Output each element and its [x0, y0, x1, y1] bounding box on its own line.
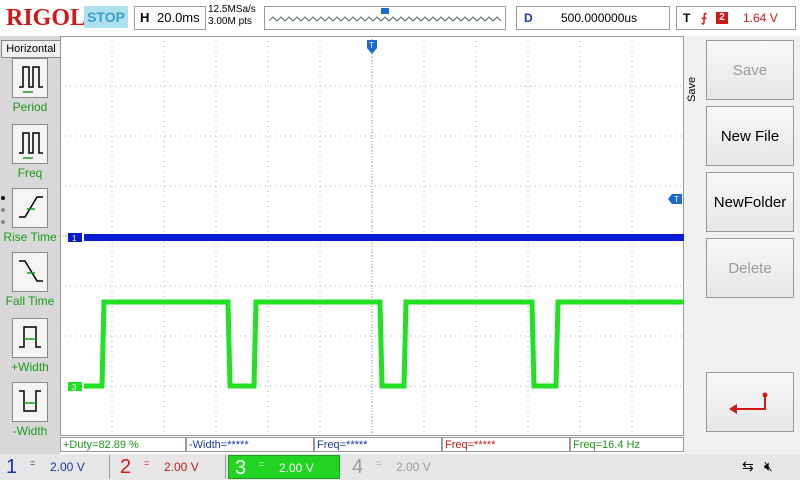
measure-rise-time-button[interactable]: Rise Time	[0, 188, 60, 250]
rigol-logo: RIGOL	[6, 5, 87, 31]
sample-rate: 12.5MSa/s	[208, 4, 256, 15]
waveform-grid: 1 3 T T	[60, 36, 684, 436]
channel-2-status[interactable]: 2 = 2.00 V	[114, 455, 226, 479]
trigger-box[interactable]: T ⨍ 2 1.64 V	[676, 6, 796, 30]
delay-value: 500.000000us	[561, 11, 638, 25]
return-arrow-icon	[729, 392, 768, 414]
delay-key: D	[524, 11, 533, 25]
measure-result-neg-width: -Width=*****	[186, 437, 314, 452]
channel-2-scale: 2.00 V	[164, 460, 199, 474]
acquisition-info: 12.5MSa/s 3.00M pts	[208, 4, 256, 28]
measure-period-button[interactable]: Period	[0, 58, 60, 120]
fall-time-icon	[12, 252, 48, 292]
back-button[interactable]	[706, 372, 794, 432]
trigger-position-label: T	[369, 41, 374, 50]
memory-waveform-icon	[268, 8, 502, 22]
delay-box[interactable]: D 500.000000us	[516, 6, 670, 30]
timebase-key: H	[140, 10, 150, 25]
dc-coupling-icon: =	[144, 458, 150, 468]
channel-3-scale: 2.00 V	[279, 461, 314, 475]
trigger-level-label: T	[674, 195, 679, 204]
channel-1-scale: 2.00 V	[50, 460, 85, 474]
period-label: Period	[12, 100, 48, 114]
measure-pos-width-button[interactable]: +Width	[0, 318, 60, 380]
trigger-level: 1.64 V	[743, 11, 778, 25]
measure-result-freq-ch1: Freq=*****	[314, 437, 442, 452]
measure-result-duty: +Duty=82.89 %	[60, 437, 186, 452]
negative-width-icon	[12, 382, 48, 422]
positive-width-icon	[12, 318, 48, 358]
memory-overview-strip[interactable]	[264, 6, 506, 30]
run-state-badge[interactable]: STOP	[84, 6, 128, 28]
frequency-icon	[12, 124, 48, 164]
rising-edge-icon: ⨍	[701, 11, 708, 25]
new-folder-button[interactable]: NewFolder	[706, 172, 794, 232]
dc-coupling-icon: =	[376, 458, 382, 468]
rise-time-label: Rise Time	[3, 230, 57, 244]
channel-1-marker-label: 1	[72, 234, 77, 243]
save-button[interactable]: Save	[706, 40, 794, 100]
measure-result-freq-ch2: Freq=*****	[442, 437, 570, 452]
period-icon	[12, 58, 48, 98]
timebase-box[interactable]: H 20.0ms	[134, 6, 206, 30]
new-file-button[interactable]: New File	[706, 106, 794, 166]
channel-4-scale: 2.00 V	[396, 460, 431, 474]
usb-icon: ⇆	[742, 458, 754, 474]
channel-3-status[interactable]: 3 = 2.00 V	[228, 455, 340, 479]
channel-3-marker-label: 3	[72, 383, 77, 392]
channel-4-number: 4	[352, 456, 364, 478]
pos-width-label: +Width	[11, 360, 49, 374]
channel-1-status[interactable]: 1 = 2.00 V	[0, 455, 110, 479]
speaker-mute-icon[interactable]: 🔇︎	[764, 458, 773, 475]
save-menu-title: Save	[686, 76, 698, 102]
timebase-value: 20.0ms	[157, 10, 200, 25]
measure-category-title: Horizontal	[1, 40, 61, 58]
channel-4-status[interactable]: 4 = 2.00 V	[346, 455, 456, 479]
dc-coupling-icon: =	[259, 459, 265, 469]
neg-width-label: -Width	[12, 424, 48, 438]
channel-1-trace	[84, 234, 684, 241]
measure-neg-width-button[interactable]: -Width	[0, 382, 60, 444]
freq-label: Freq	[17, 166, 43, 180]
channel-3-trace	[84, 299, 684, 389]
channel-1-number: 1	[6, 456, 18, 478]
memory-depth: 3.00M pts	[208, 16, 252, 27]
dc-coupling-icon: =	[30, 458, 36, 468]
measure-fall-time-button[interactable]: Fall Time	[0, 252, 60, 314]
channel-3-number: 3	[235, 457, 247, 479]
rise-time-icon	[12, 188, 48, 228]
waveform-display[interactable]: 1 3 T T	[60, 36, 684, 436]
channel-2-number: 2	[120, 456, 132, 478]
trigger-source-badge: 2	[716, 12, 728, 24]
fall-time-label: Fall Time	[5, 294, 55, 308]
trigger-key: T	[683, 11, 691, 25]
measure-freq-button[interactable]: Freq	[0, 124, 60, 186]
delete-button[interactable]: Delete	[706, 238, 794, 298]
measure-result-freq-ch3: Freq=16.4 Hz	[570, 437, 684, 452]
